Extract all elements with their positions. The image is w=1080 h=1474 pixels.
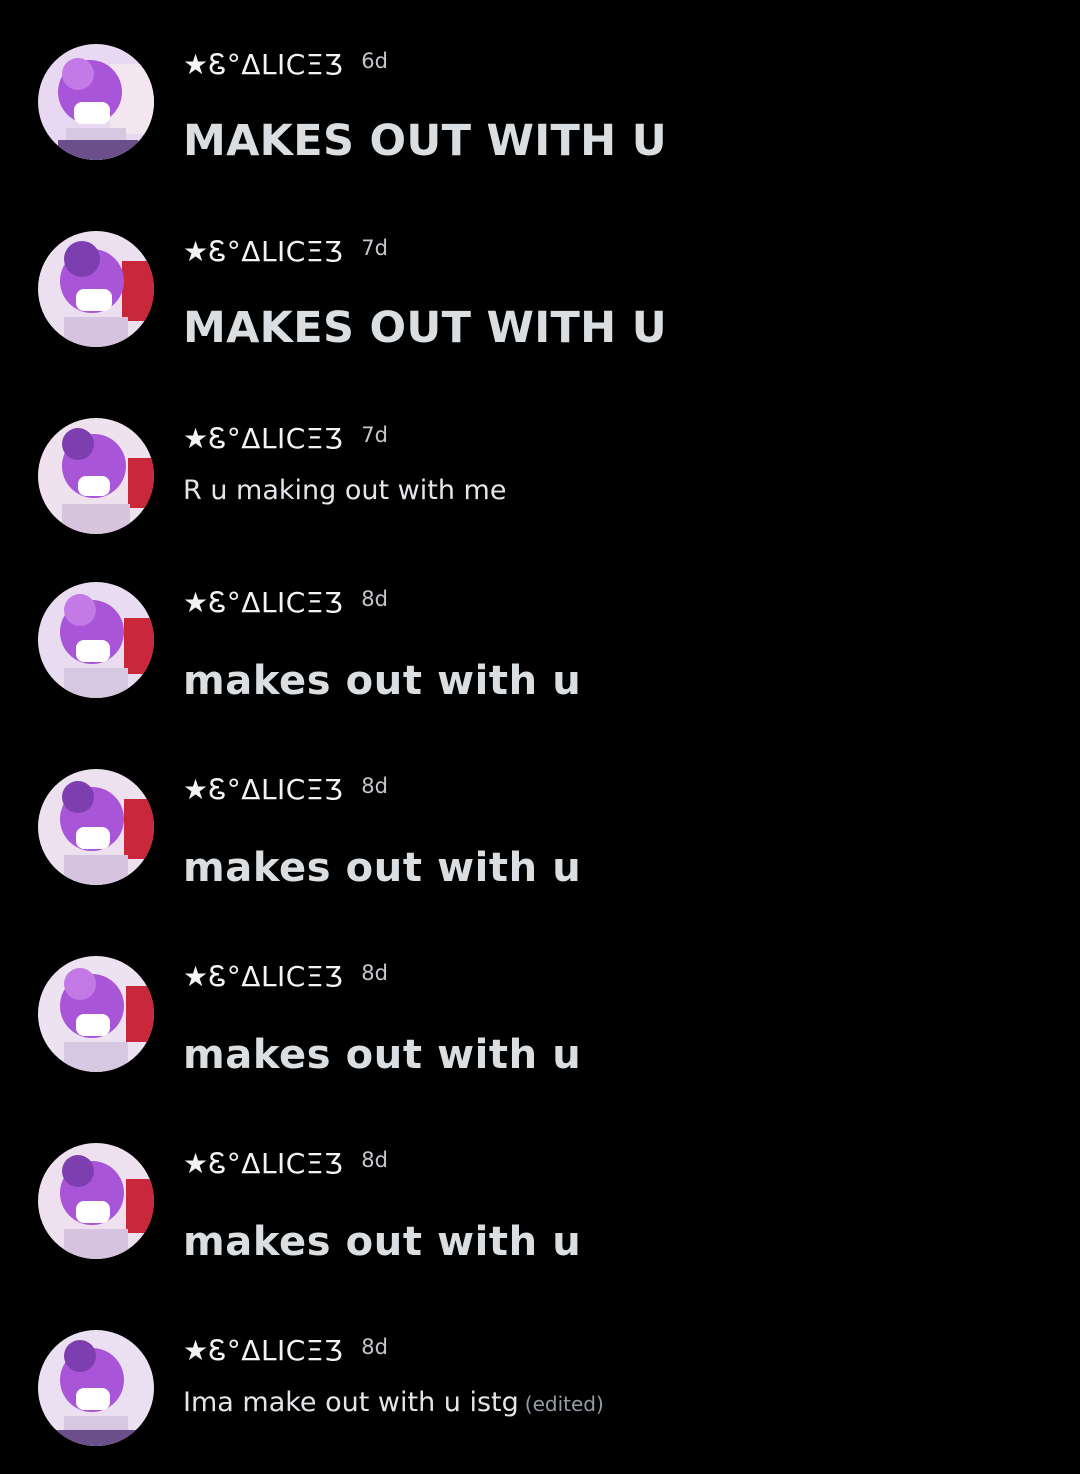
timestamp: 8d [361, 961, 388, 985]
message-content: Ima make out with u istg (edited) [183, 1387, 604, 1418]
message-text: Ima make out with u istg [183, 1387, 519, 1418]
timestamp: 8d [361, 1148, 388, 1172]
message-content: R u making out with me [183, 475, 507, 506]
message-content: MAKES OUT WITH U [183, 303, 667, 353]
message-content: makes out with u [183, 1219, 582, 1265]
username[interactable]: ★Ꮛ°ΔLICΞƷ [183, 48, 343, 82]
message-header: ★Ꮛ°ΔLICΞƷ 8d [183, 960, 388, 1000]
user-avatar[interactable] [38, 956, 154, 1072]
username[interactable]: ★Ꮛ°ΔLICΞƷ [183, 586, 343, 620]
user-avatar[interactable] [38, 231, 154, 347]
user-avatar[interactable] [38, 418, 154, 534]
username[interactable]: ★Ꮛ°ΔLICΞƷ [183, 1334, 343, 1368]
user-avatar[interactable] [38, 1143, 154, 1259]
edited-label: (edited) [524, 1392, 604, 1416]
message-header: ★Ꮛ°ΔLICΞƷ 8d [183, 773, 388, 813]
message-content: makes out with u [183, 1032, 582, 1078]
user-avatar[interactable] [38, 44, 154, 160]
message-content: makes out with u [183, 658, 582, 704]
timestamp: 8d [361, 1335, 388, 1359]
username[interactable]: ★Ꮛ°ΔLICΞƷ [183, 773, 343, 807]
message-header: ★Ꮛ°ΔLICΞƷ 7d [183, 422, 388, 462]
username[interactable]: ★Ꮛ°ΔLICΞƷ [183, 960, 343, 994]
username[interactable]: ★Ꮛ°ΔLICΞƷ [183, 422, 343, 456]
timestamp: 7d [361, 236, 388, 260]
message-content: makes out with u [183, 845, 582, 891]
timestamp: 6d [361, 49, 388, 73]
message-content: MAKES OUT WITH U [183, 116, 667, 166]
timestamp: 8d [361, 774, 388, 798]
timestamp: 7d [361, 423, 388, 447]
username[interactable]: ★Ꮛ°ΔLICΞƷ [183, 1147, 343, 1181]
message-header: ★Ꮛ°ΔLICΞƷ 6d [183, 48, 388, 88]
message-header: ★Ꮛ°ΔLICΞƷ 8d [183, 1334, 388, 1374]
user-avatar[interactable] [38, 582, 154, 698]
message-header: ★Ꮛ°ΔLICΞƷ 8d [183, 586, 388, 626]
message-header: ★Ꮛ°ΔLICΞƷ 7d [183, 235, 388, 275]
username[interactable]: ★Ꮛ°ΔLICΞƷ [183, 235, 343, 269]
timestamp: 8d [361, 587, 388, 611]
user-avatar[interactable] [38, 769, 154, 885]
message-header: ★Ꮛ°ΔLICΞƷ 8d [183, 1147, 388, 1187]
user-avatar[interactable] [38, 1330, 154, 1446]
